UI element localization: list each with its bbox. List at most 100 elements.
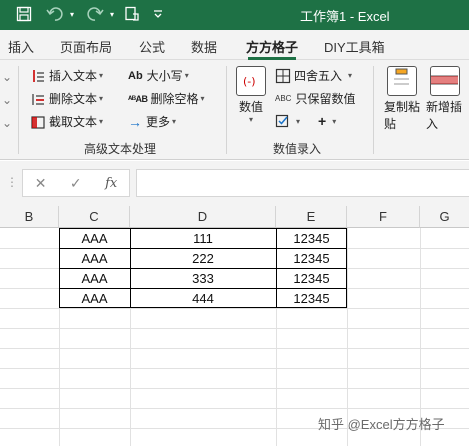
group-separator: [226, 66, 227, 154]
chevron-down-icon: ▾: [99, 71, 104, 80]
more-label: 更多: [146, 115, 171, 129]
insert-text-icon: [30, 68, 46, 84]
abc-icon: ABC: [275, 94, 292, 103]
insert-text-button[interactable]: 插入文本 ▾: [30, 67, 103, 84]
ribbon: ⌄ ⌄ ⌄ 插入文本 ▾ 删除文本 ▾ 截取文本 ▾ Ab 大小写 ▾ ᴬᴮAB…: [0, 60, 469, 160]
delete-spaces-label: 删除空格: [150, 92, 199, 106]
fx-icon[interactable]: fx: [105, 176, 117, 191]
formula-bar: ⋮ ✕ ✓ fx: [0, 161, 469, 206]
gridline: [0, 388, 469, 389]
numeric-icon: (-): [236, 66, 266, 96]
table-cell[interactable]: AAA: [59, 288, 130, 308]
delete-text-button[interactable]: 删除文本 ▾: [30, 90, 103, 107]
drag-handle-icon[interactable]: ⋮: [6, 175, 18, 189]
redo-icon[interactable]: [84, 4, 106, 24]
number-group-label: 数值录入: [273, 142, 322, 156]
table-cell[interactable]: 12345: [276, 248, 347, 268]
tab-insert[interactable]: 插入: [8, 37, 34, 56]
group-separator: [373, 66, 374, 154]
window-title: 工作簿1 - Excel: [300, 9, 390, 24]
svg-text:(-): (-): [243, 75, 256, 88]
chevron-down-icon: ▾: [172, 117, 177, 126]
add-insert-button[interactable]: 新增插入: [426, 66, 464, 132]
column-header-b[interactable]: B: [0, 206, 59, 228]
spreadsheet-grid: B C D E F G AAA 111 12345 AAA 222 12345 …: [0, 206, 469, 446]
column-header-e[interactable]: E: [276, 206, 347, 228]
column-header-c[interactable]: C: [59, 206, 130, 228]
chevron-down-icon: ▾: [99, 94, 104, 103]
undo-dropdown-icon[interactable]: ▾: [67, 4, 77, 24]
delete-text-label: 删除文本: [49, 92, 98, 106]
table-cell[interactable]: 12345: [276, 268, 347, 288]
round-icon: [275, 68, 291, 84]
numeric-button[interactable]: (-) 数值 ▾: [236, 66, 266, 124]
save-icon[interactable]: [14, 4, 34, 24]
truncate-text-icon: [30, 114, 46, 130]
add-insert-label: 新增插入: [426, 100, 463, 131]
chevron-down-icon: ▾: [296, 116, 301, 126]
column-header-f[interactable]: F: [347, 206, 420, 228]
keep-numbers-button[interactable]: ABC 只保留数值: [275, 90, 355, 107]
chevron-down-icon: ▾: [332, 116, 337, 126]
table-insert-icon: [430, 66, 460, 96]
left-group-caret-1[interactable]: ⌄: [2, 70, 12, 84]
table-cell[interactable]: 444: [130, 288, 276, 308]
more-button[interactable]: → 更多 ▾: [128, 113, 176, 130]
table-cell[interactable]: AAA: [59, 268, 130, 288]
case-button[interactable]: Ab 大小写 ▾: [128, 67, 189, 84]
chevron-down-icon: ▾: [348, 71, 353, 80]
entry-tool-button[interactable]: ▾: [275, 113, 300, 129]
formula-input[interactable]: [136, 169, 469, 197]
table-cell[interactable]: AAA: [59, 228, 130, 248]
arrow-right-icon: →: [128, 113, 142, 130]
tab-diy-toolbox[interactable]: DIY工具箱: [324, 37, 385, 56]
watermark: 知乎 @Excel方方格子: [318, 417, 445, 432]
delete-spaces-icon: ᴬᴮAB: [128, 93, 148, 104]
table-cell[interactable]: 111: [130, 228, 276, 248]
left-group-caret-3[interactable]: ⌄: [2, 116, 12, 130]
enter-icon[interactable]: ✓: [70, 175, 82, 192]
gridline: [0, 408, 469, 409]
insert-text-label: 插入文本: [49, 69, 98, 83]
delete-spaces-button[interactable]: ᴬᴮAB 删除空格 ▾: [128, 90, 205, 107]
ribbon-tabs: 插入 页面布局 公式 数据 方方格子 DIY工具箱: [0, 30, 469, 60]
cancel-icon[interactable]: ✕: [35, 175, 47, 192]
case-label: 大小写: [146, 69, 183, 83]
tab-formulas[interactable]: 公式: [139, 37, 165, 56]
plus-icon: +: [318, 113, 327, 129]
table-cell[interactable]: AAA: [59, 248, 130, 268]
gridline: [0, 308, 469, 309]
tab-data[interactable]: 数据: [191, 37, 217, 56]
format-painter-icon[interactable]: [122, 4, 142, 24]
undo-icon[interactable]: [44, 4, 66, 24]
plus-button[interactable]: + ▾: [318, 113, 336, 129]
clipboard-icon: [387, 66, 417, 96]
group-separator: [18, 66, 19, 154]
truncate-text-label: 截取文本: [49, 115, 98, 129]
table-cell[interactable]: 12345: [276, 288, 347, 308]
round-button[interactable]: 四舍五入 ▾: [275, 67, 352, 84]
chevron-down-icon: ▾: [200, 94, 205, 103]
checkbox-edit-icon: [275, 113, 291, 129]
customize-qat-icon[interactable]: [150, 4, 166, 24]
chevron-down-icon: ▾: [99, 117, 104, 126]
copy-paste-label: 复制粘贴: [384, 100, 421, 131]
copy-paste-button[interactable]: 复制粘贴: [384, 66, 420, 132]
keep-numbers-label: 只保留数值: [295, 92, 356, 106]
left-group-caret-2[interactable]: ⌄: [2, 93, 12, 107]
round-label: 四舍五入: [294, 69, 343, 83]
redo-dropdown-icon[interactable]: ▾: [107, 4, 117, 24]
truncate-text-button[interactable]: 截取文本 ▾: [30, 113, 103, 130]
column-header-d[interactable]: D: [130, 206, 276, 228]
chevron-down-icon: ▾: [184, 71, 189, 80]
tab-page-layout[interactable]: 页面布局: [60, 37, 112, 56]
table-cell[interactable]: 333: [130, 268, 276, 288]
tab-fangfanggezi[interactable]: 方方格子: [246, 37, 298, 56]
formula-buttons: ✕ ✓ fx: [22, 169, 130, 197]
case-icon: Ab: [128, 69, 143, 82]
table-cell[interactable]: 222: [130, 248, 276, 268]
gridline: [0, 368, 469, 369]
table-cell[interactable]: 12345: [276, 228, 347, 248]
column-header-g[interactable]: G: [420, 206, 469, 228]
delete-text-icon: [30, 91, 46, 107]
